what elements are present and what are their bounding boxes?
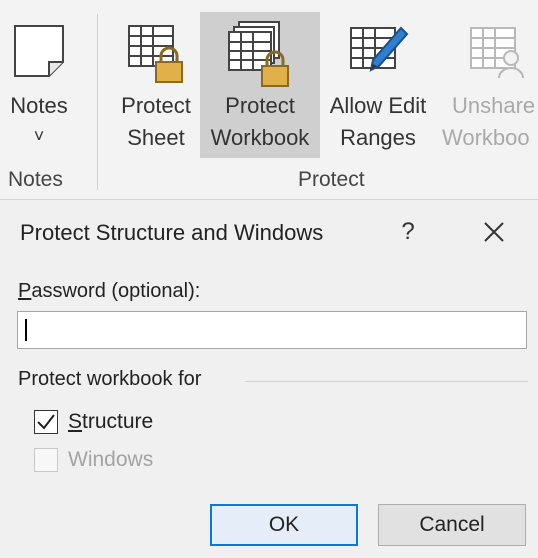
windows-label-accesskey: W (68, 448, 88, 471)
windows-checkbox (34, 448, 58, 472)
note-icon (9, 20, 69, 85)
password-input[interactable] (17, 311, 527, 349)
protect-workbook-label-1: Protect (225, 93, 295, 118)
password-label: Password (optional): (18, 280, 200, 303)
windows-label: Windows (68, 448, 153, 472)
protect-sheet-label-1: Protect (121, 93, 191, 118)
allow-edit-ranges-label-2: Ranges (340, 125, 416, 150)
unshare-workbook-label-1: Unshare (452, 93, 536, 118)
structure-checkbox-row[interactable]: Structure (34, 408, 153, 436)
notes-label: Notes (10, 93, 68, 118)
allow-edit-ranges-icon (345, 20, 411, 91)
unshare-workbook-button: Unshare Workboo (440, 12, 538, 158)
unshare-workbook-icon (465, 20, 531, 91)
structure-label: Structure (68, 410, 153, 434)
protect-sheet-icon (123, 20, 189, 91)
protect-sheet-label-2: Sheet (127, 125, 185, 150)
password-label-text: assword (optional): (31, 280, 201, 302)
group-separator (97, 14, 98, 190)
allow-edit-ranges-button[interactable]: Allow Edit Ranges (320, 12, 436, 158)
checkmark-icon (37, 414, 55, 430)
windows-checkbox-row: Windows (34, 446, 153, 474)
protect-workbook-button[interactable]: Protect Workbook (200, 12, 320, 158)
protect-group-label: Protect (298, 168, 365, 191)
structure-checkbox[interactable] (34, 410, 58, 434)
dialog-title: Protect Structure and Windows (20, 220, 324, 245)
protect-structure-dialog: Protect Structure and Windows ? Password… (0, 200, 538, 558)
password-label-accesskey: P (18, 280, 32, 302)
notes-group-label: Notes (8, 168, 63, 191)
structure-label-accesskey: S (68, 410, 83, 433)
close-icon (484, 222, 504, 242)
allow-edit-ranges-label-1: Allow Edit (329, 93, 427, 118)
ok-button[interactable]: OK (210, 504, 358, 546)
cancel-button[interactable]: Cancel (378, 504, 526, 546)
help-button[interactable]: ? (396, 218, 420, 246)
notes-button[interactable]: Notes ˅ (0, 12, 78, 158)
protect-workbook-icon (225, 20, 295, 93)
unshare-workbook-label-2: Workboo (442, 125, 530, 150)
section-label: Protect workbook for (18, 368, 202, 390)
text-caret (25, 319, 27, 341)
protect-sheet-button[interactable]: Protect Sheet (112, 12, 200, 158)
windows-label-text: indows (87, 448, 154, 471)
chevron-down-icon: ˅ (33, 126, 45, 146)
close-button[interactable] (478, 216, 510, 248)
protect-workbook-label-2: Workbook (210, 125, 310, 150)
ribbon: Notes ˅ Notes Protect Sheet Protect Work… (0, 0, 538, 200)
structure-label-text: tructure (82, 410, 154, 433)
section-divider (245, 381, 528, 382)
